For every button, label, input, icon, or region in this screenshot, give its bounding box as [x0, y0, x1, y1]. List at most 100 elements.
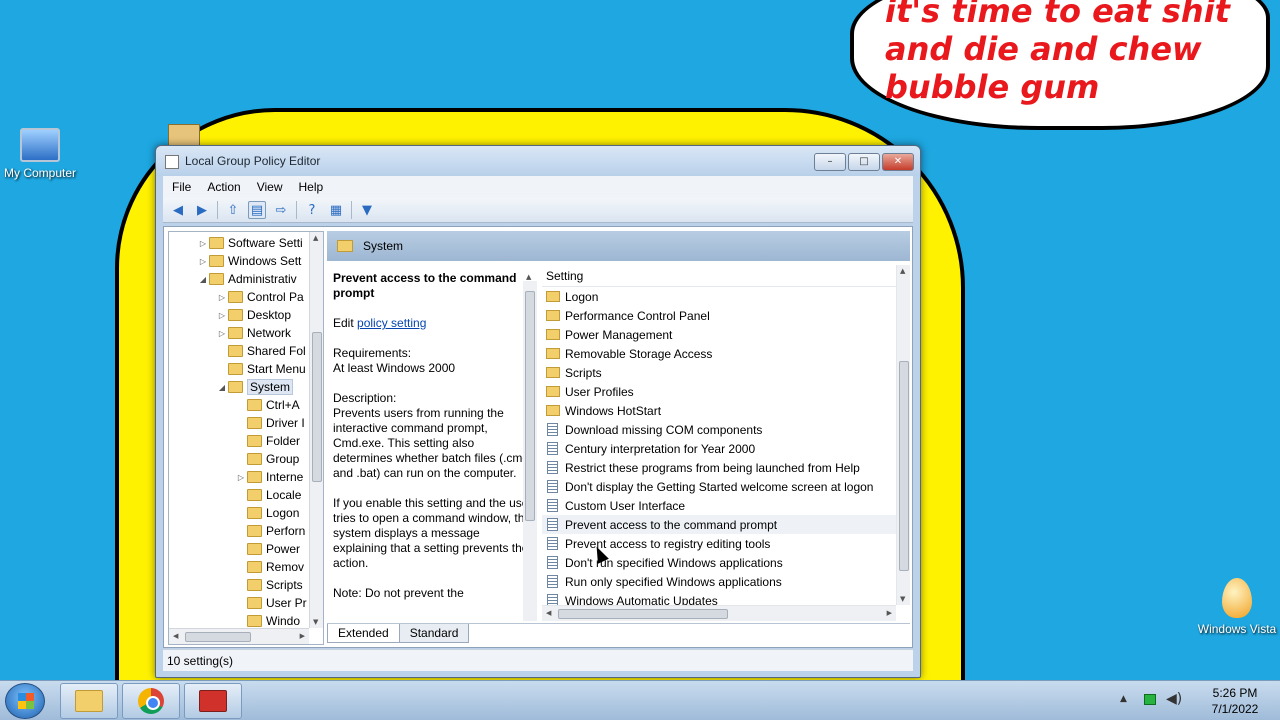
description-scrollbar[interactable]: ▲ [523, 273, 537, 621]
expand-arrow-icon[interactable]: ▷ [197, 257, 209, 266]
taskbar-toolbox-button[interactable] [184, 683, 242, 719]
scrollbar-thumb[interactable] [899, 361, 909, 571]
desktop-icon-windows-vista[interactable]: Windows Vista [1197, 578, 1277, 636]
filter-icon[interactable]: ▼ [358, 201, 376, 219]
folder-icon [247, 435, 262, 447]
setting-folder-row[interactable]: User Profiles [542, 382, 910, 401]
setting-label: Restrict these programs from being launc… [565, 460, 860, 475]
tree-item[interactable]: ▷ Windows Sett [197, 252, 301, 270]
list-horizontal-scrollbar[interactable]: ◀ ▶ [542, 605, 896, 621]
tree-vertical-scrollbar[interactable]: ▲ ▼ [309, 232, 323, 628]
policy-setting-link[interactable]: policy setting [357, 316, 426, 330]
setting-folder-row[interactable]: Removable Storage Access [542, 344, 910, 363]
tree-horizontal-scrollbar[interactable]: ◀ ▶ [169, 628, 309, 644]
setting-folder-row[interactable]: Windows HotStart [542, 401, 910, 420]
policy-icon [547, 537, 558, 550]
tree-item-label: Perforn [266, 524, 306, 538]
expand-arrow-icon[interactable]: ▷ [216, 329, 228, 338]
tree-item[interactable]: Remov [235, 558, 304, 576]
windows-logo-icon [18, 693, 34, 709]
start-button[interactable] [5, 683, 45, 719]
folder-icon [546, 386, 560, 397]
setting-folder-row[interactable]: Scripts [542, 363, 910, 382]
help-icon[interactable]: ? [303, 201, 321, 219]
network-icon[interactable] [1144, 694, 1156, 705]
column-header-setting[interactable]: Setting [542, 265, 910, 287]
maximize-button[interactable]: □ [848, 153, 880, 171]
desktop-icon-my-computer[interactable]: My Computer [0, 128, 80, 180]
tree-item[interactable]: ▷ Desktop [216, 306, 291, 324]
scrollbar-thumb[interactable] [525, 291, 535, 521]
tree-item[interactable]: ▷ Control Pa [216, 288, 304, 306]
clock[interactable]: 5:26 PM 7/1/2022 [1200, 685, 1270, 717]
expand-arrow-icon[interactable]: ▷ [235, 473, 247, 482]
expand-arrow-icon[interactable]: ▷ [197, 239, 209, 248]
expand-arrow-icon[interactable]: ▷ [216, 293, 228, 302]
tree-item[interactable]: Driver I [235, 414, 305, 432]
computer-icon [20, 128, 60, 162]
back-icon[interactable]: ◀ [169, 201, 187, 219]
details-pane: System Prevent access to the command pro… [327, 231, 910, 645]
taskbar-chrome-button[interactable] [122, 683, 180, 719]
tree-item[interactable]: Scripts [235, 576, 303, 594]
requirements-value: At least Windows 2000 [333, 361, 456, 375]
menu-view[interactable]: View [257, 180, 291, 194]
setting-folder-row[interactable]: Power Management [542, 325, 910, 344]
setting-policy-row[interactable]: Restrict these programs from being launc… [542, 458, 910, 477]
setting-label: User Profiles [565, 384, 634, 399]
expand-arrow-icon[interactable]: ◢ [197, 275, 209, 284]
tree-item[interactable]: ▷ Software Setti [197, 234, 303, 252]
tree-item[interactable]: Ctrl+A [235, 396, 300, 414]
scrollbar-thumb[interactable] [312, 332, 322, 482]
tree-item[interactable]: ▷ Network [216, 324, 291, 342]
menu-action[interactable]: Action [207, 180, 248, 194]
setting-policy-row[interactable]: Download missing COM components [542, 420, 910, 439]
expand-arrow-icon[interactable]: ◢ [216, 383, 228, 392]
minimize-button[interactable]: – [814, 153, 846, 171]
up-icon[interactable]: ⇧ [224, 201, 242, 219]
show-tree-icon[interactable]: ▤ [248, 201, 266, 219]
tree-item-label: Logon [266, 506, 300, 520]
setting-policy-row[interactable]: Century interpretation for Year 2000 [542, 439, 910, 458]
close-button[interactable]: ✕ [882, 153, 914, 171]
tree-item[interactable]: Group [235, 450, 299, 468]
tree-item[interactable]: User Pr [235, 594, 307, 612]
scrollbar-thumb[interactable] [558, 609, 728, 619]
menu-help[interactable]: Help [299, 180, 332, 194]
scrollbar-thumb[interactable] [185, 632, 251, 642]
show-hidden-icons-icon[interactable]: ▲ [1120, 694, 1127, 704]
list-vertical-scrollbar[interactable]: ▲ ▼ [896, 265, 910, 605]
tab-standard[interactable]: Standard [398, 624, 470, 643]
folder-icon [228, 345, 243, 357]
setting-folder-row[interactable]: Performance Control Panel [542, 306, 910, 325]
tab-extended[interactable]: Extended [327, 624, 400, 643]
title-bar[interactable]: Local Group Policy Editor – □ ✕ [156, 146, 920, 176]
setting-policy-row[interactable]: Run only specified Windows applications [542, 572, 910, 591]
setting-policy-row[interactable]: Prevent access to the command prompt [542, 515, 910, 534]
tree-item[interactable]: Perforn [235, 522, 305, 540]
setting-folder-row[interactable]: Logon [542, 287, 910, 306]
tree-item[interactable]: Start Menu [216, 360, 306, 378]
tree-item[interactable]: Shared Fol [216, 342, 306, 360]
tree-item[interactable]: Logon [235, 504, 299, 522]
view-icon[interactable]: ▦ [327, 201, 345, 219]
tree-item-label: Locale [266, 488, 302, 502]
expand-arrow-icon[interactable]: ▷ [216, 311, 228, 320]
folder-icon [337, 240, 353, 252]
tree-item[interactable]: Locale [235, 486, 301, 504]
settings-list: Setting Logon Performance Control Panel Po… [542, 265, 910, 621]
tree-item[interactable]: Folder [235, 432, 300, 450]
tree-item[interactable]: ◢ Administrativ [197, 270, 297, 288]
volume-icon[interactable]: ◀) [1166, 691, 1182, 707]
tree-item-label: System [247, 379, 294, 395]
tree-item[interactable]: ▷ Interne [235, 468, 303, 486]
forward-icon[interactable]: ▶ [193, 201, 211, 219]
menu-file[interactable]: File [172, 180, 199, 194]
setting-policy-row[interactable]: Custom User Interface [542, 496, 910, 515]
tree-item[interactable]: ◢ System [216, 378, 294, 396]
tree-item[interactable]: Power [235, 540, 300, 558]
export-icon[interactable]: ⇨ [272, 201, 290, 219]
setting-policy-row[interactable]: Don't display the Getting Started welcom… [542, 477, 910, 496]
description-title: Prevent access to the command prompt [333, 271, 517, 300]
taskbar-explorer-button[interactable] [60, 683, 118, 719]
